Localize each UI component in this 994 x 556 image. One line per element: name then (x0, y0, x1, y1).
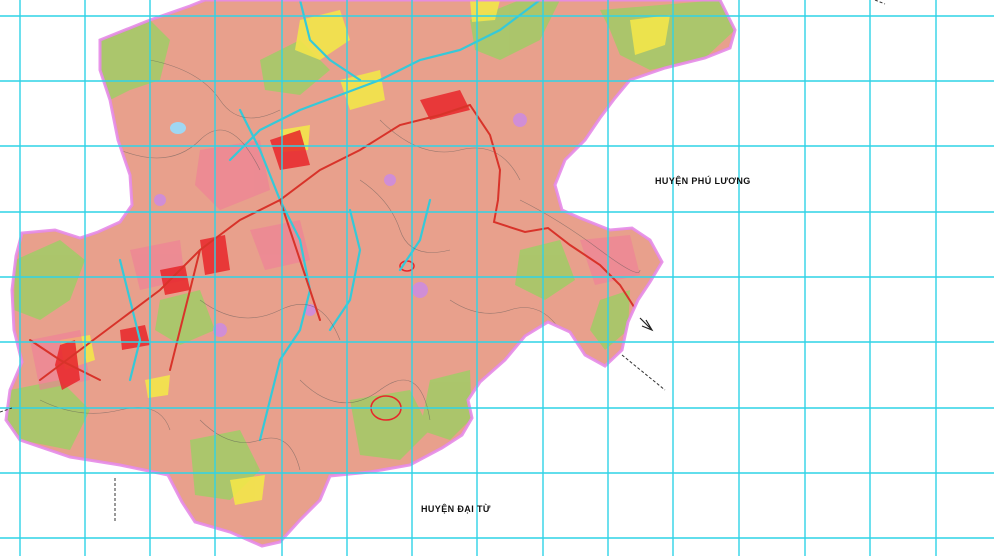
map-canvas (0, 0, 994, 556)
neighbor-district-label-phu-luong: HUYỆN PHÚ LƯƠNG (655, 176, 751, 186)
north-arrow-icon (639, 317, 654, 332)
land-use-map: HUYỆN PHÚ LƯƠNG HUYỆN ĐẠI TỪ (0, 0, 994, 556)
lake (170, 122, 186, 134)
neighbor-district-label-dai-tu: HUYỆN ĐẠI TỪ (421, 504, 491, 514)
